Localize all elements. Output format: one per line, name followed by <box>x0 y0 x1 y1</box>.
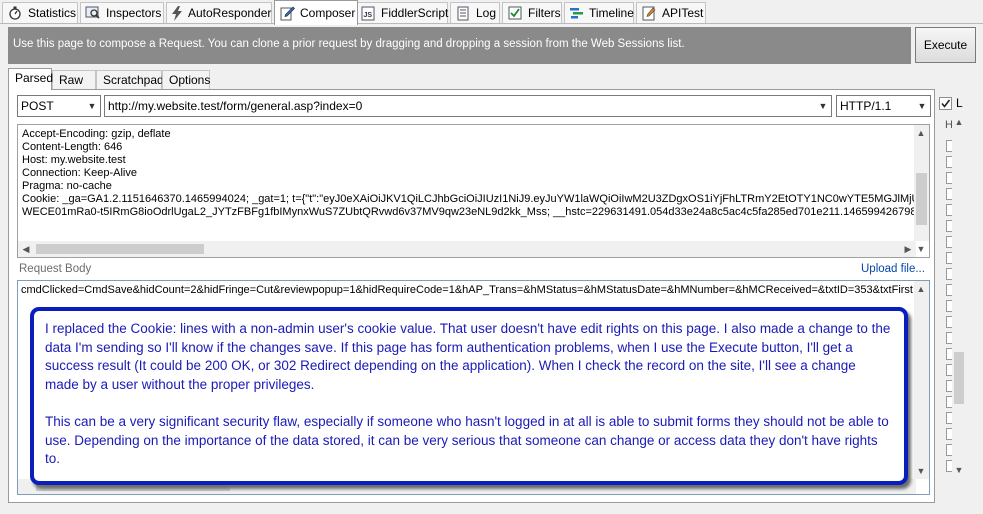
tab-timeline[interactable]: Timeline <box>564 2 634 23</box>
headers-horizontal-scrollbar[interactable]: ◀ ▶ <box>18 241 916 257</box>
chevron-down-icon: ▼ <box>87 101 97 111</box>
main-tabstrip: Statistics Inspectors AutoResponder Comp… <box>0 0 983 25</box>
chevron-down-icon: ▼ <box>917 101 927 111</box>
history-vertical-scrollbar[interactable]: ▲ ▼ <box>952 114 966 478</box>
tab-label: Composer <box>300 6 356 20</box>
scroll-down-icon[interactable]: ▼ <box>952 463 966 477</box>
method-select[interactable]: POST ▼ <box>17 95 101 117</box>
subtab-scratchpad[interactable]: Scratchpad <box>96 70 164 89</box>
method-value: POST <box>21 99 54 113</box>
http-version-select[interactable]: HTTP/1.1 ▼ <box>836 95 931 117</box>
request-body-text: cmdClicked=CmdSave&hidCount=2&hidFringe=… <box>21 284 913 296</box>
subtab-options[interactable]: Options <box>162 70 210 89</box>
checkbox-label: L <box>956 96 963 110</box>
url-input[interactable]: http://my.website.test/form/general.asp?… <box>104 95 832 117</box>
tab-inspectors[interactable]: Inspectors <box>80 2 164 23</box>
request-headers-text: Accept-Encoding: gzip, deflate Content-L… <box>22 128 930 218</box>
version-value: HTTP/1.1 <box>840 99 892 113</box>
script-icon: JS <box>361 5 376 21</box>
log-icon <box>455 5 471 21</box>
tab-composer[interactable]: Composer <box>274 0 358 25</box>
callout-paragraph: This can be a very significant security … <box>45 413 889 467</box>
subtab-parsed[interactable]: Parsed <box>8 68 53 90</box>
tab-autoresponder[interactable]: AutoResponder <box>166 2 272 23</box>
apitest-icon <box>641 5 657 21</box>
tab-label: Filters <box>528 6 561 20</box>
headers-vertical-scrollbar[interactable]: ▲ <box>914 125 929 241</box>
callout-paragraph: I replaced the Cookie: lines with a non-… <box>45 321 891 392</box>
scroll-thumb[interactable] <box>954 352 964 404</box>
svg-text:JS: JS <box>364 12 373 19</box>
tab-filters[interactable]: Filters <box>502 2 562 23</box>
tab-apitest[interactable]: APITest <box>636 2 706 23</box>
tab-label: FiddlerScript <box>381 6 449 20</box>
tab-statistics[interactable]: Statistics <box>2 2 78 23</box>
scroll-thumb[interactable] <box>36 244 204 254</box>
scroll-up-icon[interactable]: ▲ <box>914 282 928 296</box>
pencil-icon <box>279 5 295 21</box>
checkmark-icon <box>941 99 951 108</box>
scroll-right-icon[interactable]: ▶ <box>901 242 915 256</box>
scroll-up-icon[interactable]: ▲ <box>914 126 928 140</box>
scroll-down-icon[interactable]: ▼ <box>914 464 928 478</box>
scroll-up-icon[interactable]: ▲ <box>952 115 966 129</box>
url-value: http://my.website.test/form/general.asp?… <box>108 99 363 113</box>
upload-file-link[interactable]: Upload file... <box>861 263 925 275</box>
timeline-icon <box>569 5 584 21</box>
tab-label: AutoResponder <box>188 6 272 20</box>
subtab-raw[interactable]: Raw <box>52 70 96 89</box>
tab-fiddlerscript[interactable]: JS FiddlerScript <box>356 2 448 23</box>
composer-window: Statistics Inspectors AutoResponder Comp… <box>0 0 983 514</box>
chevron-down-icon: ▼ <box>818 101 828 111</box>
tab-label: Statistics <box>28 6 77 20</box>
tab-log[interactable]: Log <box>450 2 500 23</box>
log-requests-checkbox[interactable] <box>939 97 952 110</box>
checkbox-icon <box>507 5 523 21</box>
body-vertical-scrollbar[interactable]: ▲ ▼ <box>914 281 929 479</box>
scroll-left-icon[interactable]: ◀ <box>19 242 33 256</box>
request-body-label: Request Body <box>19 263 92 275</box>
annotation-callout: I replaced the Cookie: lines with a non-… <box>30 307 908 485</box>
tab-label: Inspectors <box>106 6 162 20</box>
inspect-icon <box>85 5 101 21</box>
composer-infobar: Use this page to compose a Request. You … <box>8 27 911 64</box>
execute-button[interactable]: Execute <box>915 27 976 63</box>
tab-label: APITest <box>662 6 704 20</box>
request-headers-textbox[interactable]: Accept-Encoding: gzip, deflate Content-L… <box>17 124 930 258</box>
tab-label: Log <box>476 6 497 20</box>
scroll-down-icon[interactable]: ▼ <box>914 242 928 256</box>
lightning-icon <box>171 5 183 21</box>
stopwatch-icon <box>7 5 23 21</box>
scroll-thumb[interactable] <box>916 173 927 225</box>
tab-label: Timeline <box>589 6 634 20</box>
